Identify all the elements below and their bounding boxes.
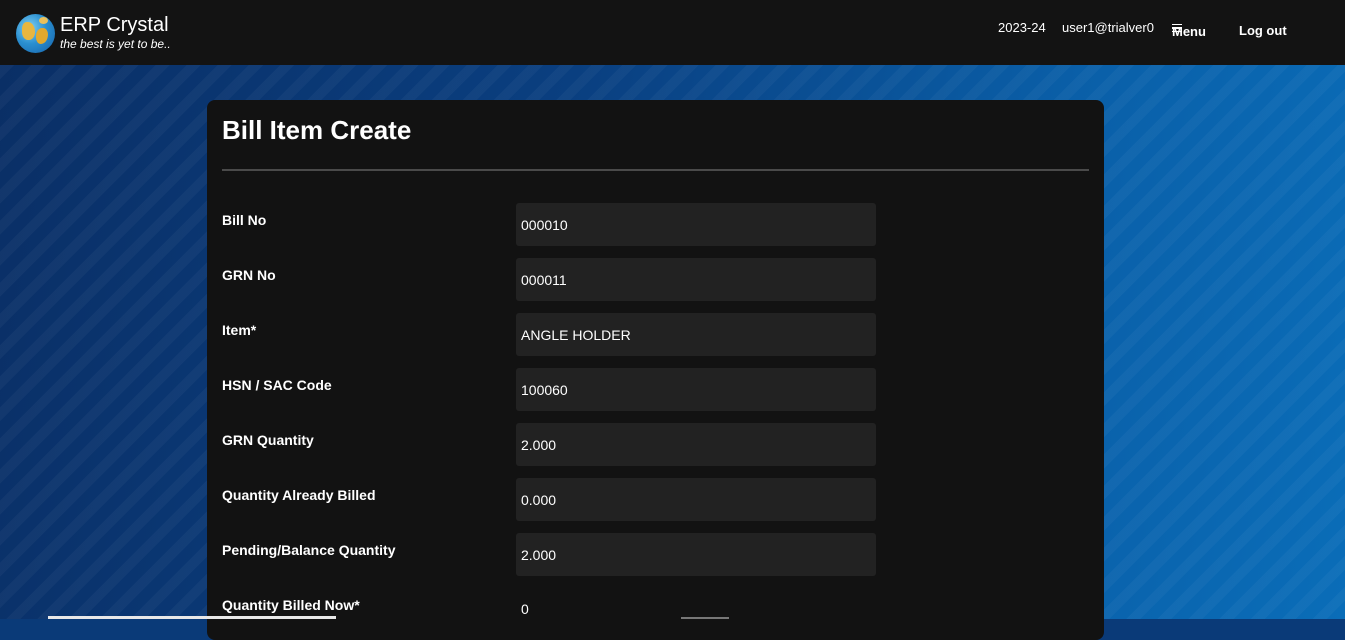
grn-quantity-field[interactable] <box>516 423 876 466</box>
quantity-billed-now-field[interactable] <box>516 587 876 630</box>
pending-balance-quantity-label: Pending/Balance Quantity <box>222 542 396 558</box>
page-title: Bill Item Create <box>222 115 412 145</box>
form-card: Bill Item Create Bill No GRN No Item* HS… <box>207 100 1104 640</box>
top-navbar: ERP Crystal the best is yet to be.. 2023… <box>0 0 1345 65</box>
item-field[interactable] <box>516 313 876 356</box>
user-account[interactable]: user1@trialver0 <box>1062 20 1154 35</box>
quantity-already-billed-label: Quantity Already Billed <box>222 487 376 503</box>
quantity-already-billed-field[interactable] <box>516 478 876 521</box>
grn-quantity-label: GRN Quantity <box>222 432 314 448</box>
brand[interactable]: ERP Crystal the best is yet to be.. <box>16 14 171 53</box>
hsn-sac-code-label: HSN / SAC Code <box>222 377 332 393</box>
globe-logo-icon <box>16 14 55 53</box>
quantity-billed-now-label: Quantity Billed Now* <box>222 597 360 613</box>
hsn-sac-code-field[interactable] <box>516 368 876 411</box>
title-divider <box>222 169 1089 171</box>
bill-no-label: Bill No <box>222 212 267 228</box>
grn-no-field[interactable] <box>516 258 876 301</box>
brand-tagline: the best is yet to be.. <box>60 37 171 51</box>
item-label: Item* <box>222 322 257 338</box>
menu-label: Menu <box>1172 24 1206 39</box>
grn-no-label: GRN No <box>222 267 276 283</box>
bill-no-field[interactable] <box>516 203 876 246</box>
brand-name: ERP Crystal <box>60 14 169 36</box>
financial-year[interactable]: 2023-24 <box>998 20 1046 35</box>
pending-balance-quantity-field[interactable] <box>516 533 876 576</box>
logout-link[interactable]: Log out <box>1239 23 1287 38</box>
